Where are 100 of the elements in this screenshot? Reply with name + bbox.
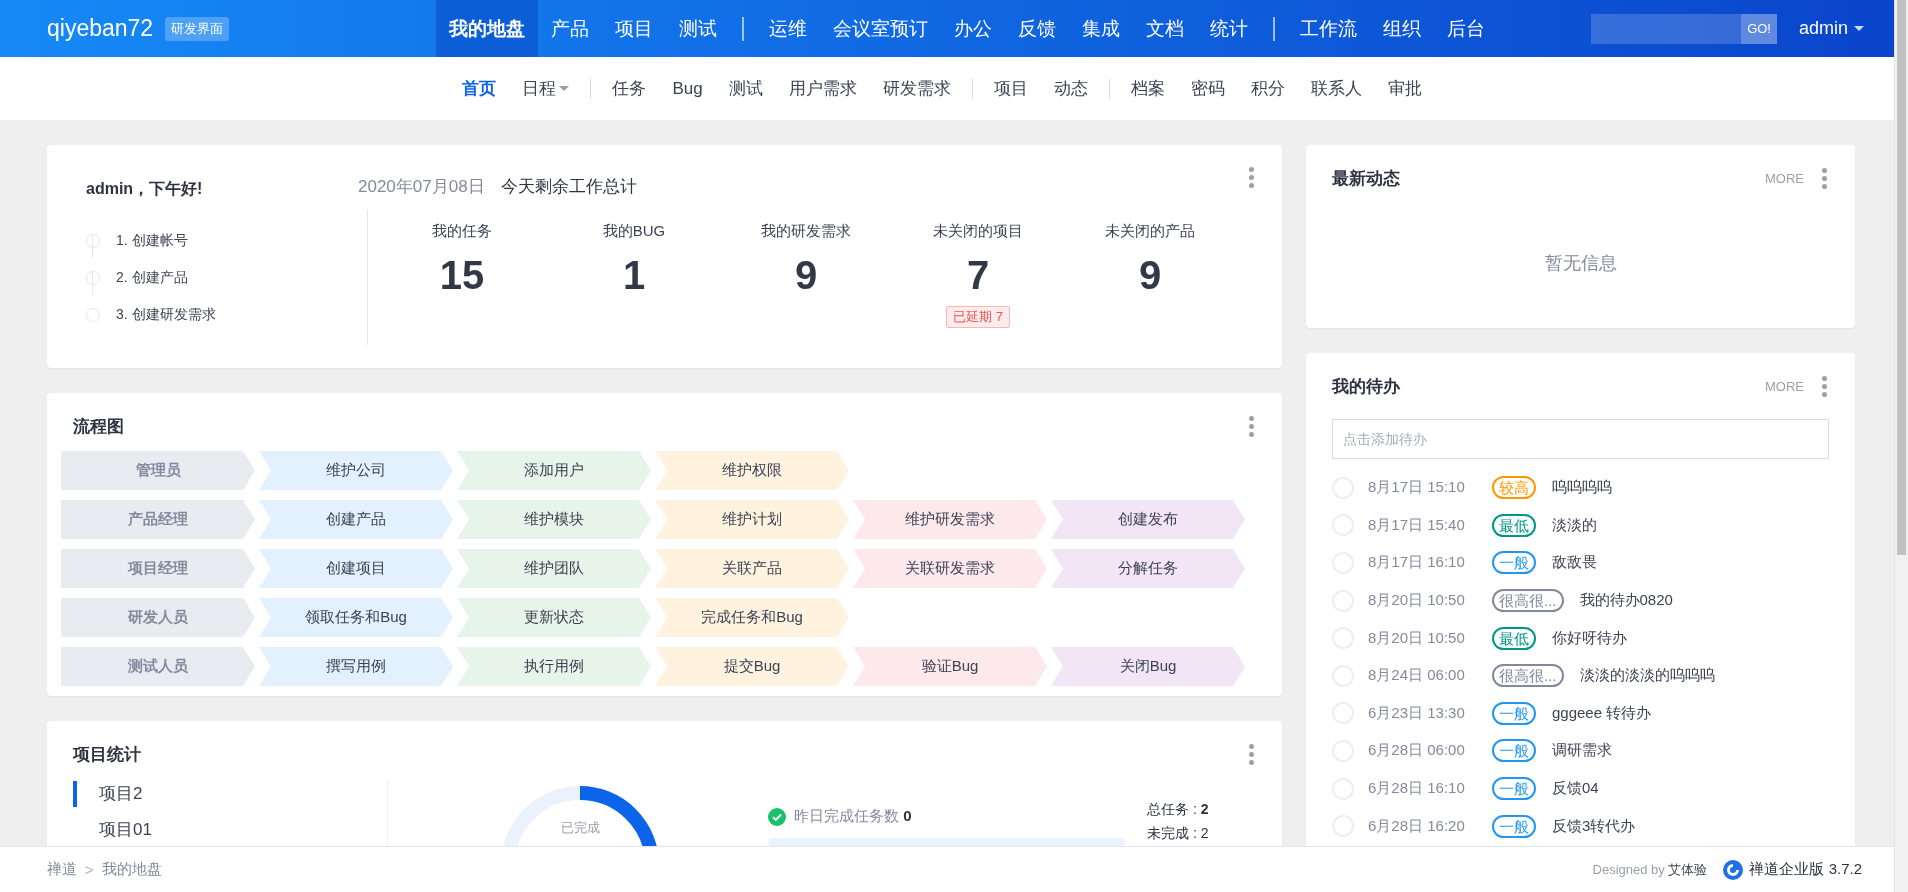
flow-step[interactable]: 创建项目 bbox=[259, 549, 453, 588]
completed-yesterday: 昨日完成任务数 0 bbox=[794, 807, 912, 826]
priority-tag: 一般 bbox=[1492, 814, 1536, 838]
nav-tab[interactable]: 集成 bbox=[1069, 0, 1133, 57]
sub-nav-tab[interactable]: 档案 bbox=[1117, 77, 1178, 100]
todo-title[interactable]: 反馈04 bbox=[1552, 779, 1599, 799]
more-icon[interactable] bbox=[1247, 165, 1256, 190]
sub-nav-tab[interactable]: 项目 bbox=[980, 77, 1041, 100]
role-label: 项目经理 bbox=[61, 549, 255, 588]
role-label: 管理员 bbox=[61, 451, 255, 490]
role-label: 研发人员 bbox=[61, 598, 255, 637]
stat-value[interactable]: 7 bbox=[966, 253, 990, 298]
setup-step[interactable]: 3. 创建研发需求 bbox=[116, 305, 216, 324]
add-todo-field[interactable]: 点击添加待办 bbox=[1332, 419, 1829, 459]
todo-time: 8月17日 16:10 bbox=[1368, 553, 1466, 573]
priority-tag: 一般 bbox=[1492, 551, 1536, 575]
task-total: 未完成 : 2 bbox=[1147, 825, 1209, 843]
sub-nav-tab[interactable]: 首页 bbox=[449, 77, 510, 100]
sub-nav-tab[interactable]: 动态 bbox=[1040, 77, 1101, 100]
sub-nav-tab[interactable]: 用户需求 bbox=[775, 77, 870, 100]
breadcrumb-separator: > bbox=[85, 861, 94, 878]
todo-title[interactable]: 我的待办0820 bbox=[1579, 591, 1673, 611]
todo-title[interactable]: 淡淡的 bbox=[1552, 515, 1597, 535]
todo-time: 8月24日 06:00 bbox=[1368, 666, 1466, 686]
app-logo[interactable]: qiyeban72 bbox=[47, 15, 154, 42]
nav-tab[interactable]: 组织 bbox=[1370, 0, 1434, 57]
nav-tab[interactable]: 测试 bbox=[666, 0, 730, 57]
todo-title[interactable]: 淡淡的淡淡的呜呜呜 bbox=[1579, 666, 1715, 686]
nav-tab[interactable]: 办公 bbox=[941, 0, 1005, 57]
stat-value[interactable]: 9 bbox=[1138, 253, 1162, 298]
stat-label: 未关闭的项目 bbox=[933, 222, 1023, 241]
stat-value[interactable]: 1 bbox=[622, 253, 646, 298]
todo-title[interactable]: 敌敌畏 bbox=[1552, 553, 1597, 573]
sub-nav-tab[interactable]: 联系人 bbox=[1297, 77, 1375, 100]
interface-tag: 研发界面 bbox=[165, 16, 230, 41]
todo-title[interactable]: gggeee 转待办 bbox=[1552, 703, 1652, 723]
nav-tab[interactable]: 会议室预订 bbox=[820, 0, 941, 57]
stat-label: 未关闭的产品 bbox=[1105, 222, 1195, 241]
flow-step[interactable]: 撰写用例 bbox=[259, 647, 453, 686]
todo-title[interactable]: 调研需求 bbox=[1552, 741, 1612, 761]
user-menu[interactable]: admin bbox=[1798, 18, 1864, 39]
sub-nav-tab[interactable]: 任务 bbox=[599, 77, 660, 100]
delayed-badge: 已延期 7 bbox=[946, 306, 1010, 328]
card-title: 流程图 bbox=[73, 415, 124, 438]
stat-label: 我的BUG bbox=[602, 222, 666, 241]
sub-nav-tab[interactable]: 审批 bbox=[1374, 77, 1435, 100]
check-circle-icon bbox=[768, 807, 786, 826]
setup-step[interactable]: 2. 创建产品 bbox=[116, 268, 188, 287]
nav-tab[interactable]: 工作流 bbox=[1287, 0, 1370, 57]
todo-time: 8月20日 10:50 bbox=[1368, 628, 1466, 648]
flow-step[interactable]: 维护公司 bbox=[259, 451, 453, 490]
stat-value[interactable]: 9 bbox=[794, 253, 818, 298]
todo-time: 6月23日 13:30 bbox=[1368, 703, 1466, 723]
stat-label: 我的研发需求 bbox=[761, 222, 851, 241]
scrollbar[interactable] bbox=[1894, 0, 1908, 892]
nav-tab[interactable]: 反馈 bbox=[1005, 0, 1069, 57]
nav-tab[interactable]: 项目 bbox=[602, 0, 666, 57]
stat-label: 我的任务 bbox=[432, 222, 492, 241]
nav-tab[interactable]: 统计 bbox=[1197, 0, 1261, 57]
nav-tab[interactable]: 产品 bbox=[538, 0, 602, 57]
priority-tag: 一般 bbox=[1492, 777, 1536, 801]
summary-title: 今天剩余工作总计 bbox=[500, 176, 637, 198]
todo-time: 6月28日 06:00 bbox=[1368, 741, 1466, 761]
date: 2020年07月08日 bbox=[358, 176, 485, 198]
role-label: 产品经理 bbox=[61, 500, 255, 539]
nav-tab[interactable]: 我的地盘 bbox=[436, 0, 538, 57]
todo-title[interactable]: 你好呀待办 bbox=[1552, 628, 1627, 648]
designer-credit: Designed by 艾体验 bbox=[1592, 860, 1708, 879]
todo-time: 6月28日 16:20 bbox=[1368, 816, 1466, 836]
nav-tab[interactable]: 文档 bbox=[1133, 0, 1197, 57]
todo-time: 6月28日 16:10 bbox=[1368, 779, 1466, 799]
sub-nav-tab[interactable]: Bug bbox=[659, 78, 716, 99]
flow-step[interactable]: 领取任务和Bug bbox=[259, 598, 453, 637]
project-item[interactable]: 项目01 bbox=[73, 817, 387, 843]
todo-time: 8月17日 15:10 bbox=[1368, 478, 1466, 498]
todo-title[interactable]: 呜呜呜呜 bbox=[1552, 478, 1612, 498]
product-version: 禅道企业版 3.7.2 bbox=[1749, 860, 1862, 879]
todo-title[interactable]: 反馈3转代办 bbox=[1552, 816, 1636, 836]
priority-tag: 最低 bbox=[1492, 513, 1536, 537]
sub-nav-tab[interactable]: 积分 bbox=[1237, 77, 1298, 100]
project-item[interactable]: 项目2 bbox=[73, 781, 387, 807]
sub-nav-tab[interactable]: 测试 bbox=[715, 77, 776, 100]
nav-tab[interactable]: 运维 bbox=[756, 0, 820, 57]
todo-time: 8月20日 10:50 bbox=[1368, 591, 1466, 611]
breadcrumb-link[interactable]: 我的地盘 bbox=[101, 860, 162, 879]
stat-value[interactable]: 15 bbox=[439, 253, 485, 298]
step-circle-icon bbox=[86, 307, 100, 322]
setup-step[interactable]: 1. 创建帐号 bbox=[116, 231, 188, 250]
nav-tab[interactable]: 后台 bbox=[1434, 0, 1498, 57]
priority-tag: 较高 bbox=[1492, 476, 1536, 500]
swirl-logo-icon bbox=[1723, 859, 1744, 880]
sub-nav-tab[interactable]: 研发需求 bbox=[869, 77, 964, 100]
role-label: 测试人员 bbox=[61, 647, 255, 686]
sub-nav-tab[interactable]: 日程 bbox=[509, 77, 583, 100]
priority-tag: 很高很... bbox=[1492, 589, 1564, 613]
sub-nav-tab[interactable]: 密码 bbox=[1177, 77, 1238, 100]
priority-tag: 最低 bbox=[1492, 626, 1536, 650]
priority-tag: 一般 bbox=[1492, 739, 1536, 763]
flow-step[interactable]: 创建产品 bbox=[259, 500, 453, 539]
breadcrumb-link[interactable]: 禅道 bbox=[47, 860, 77, 879]
